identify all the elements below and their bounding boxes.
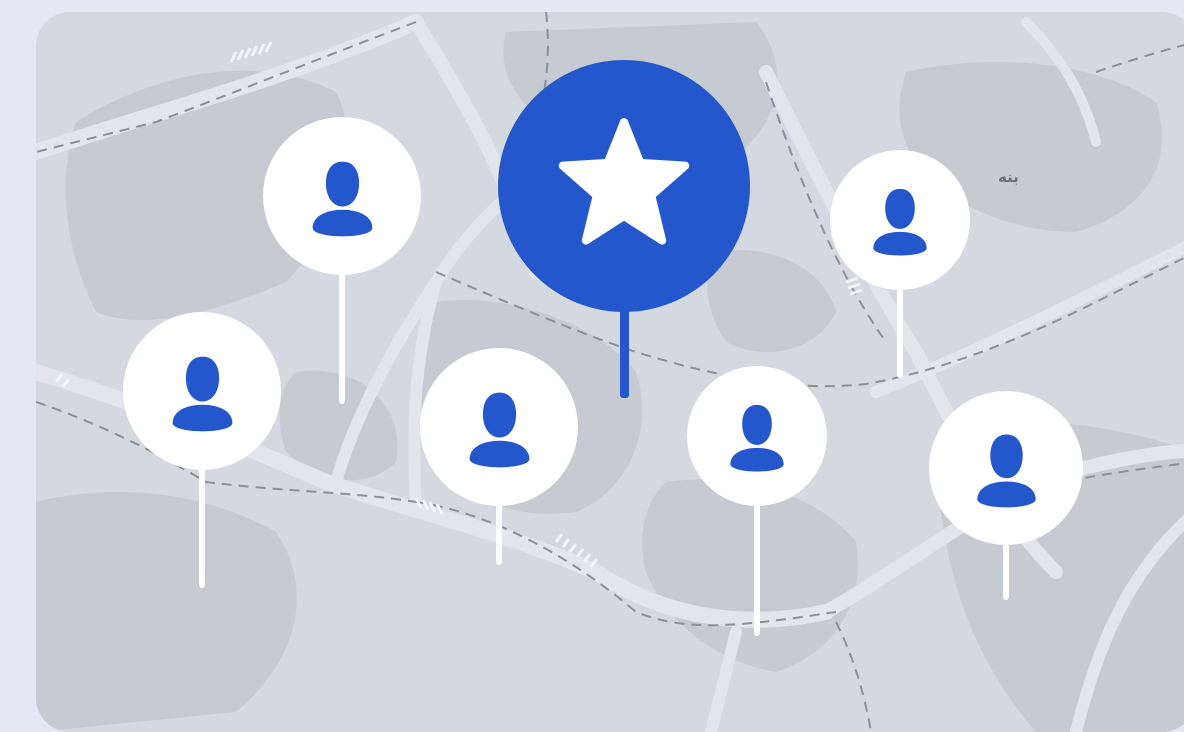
person-pin-head[interactable] — [123, 312, 281, 470]
person-pin-head[interactable] — [687, 366, 827, 506]
person-icon — [312, 161, 372, 236]
person-icon — [469, 392, 529, 467]
person-pin-head[interactable] — [830, 150, 970, 290]
person-icon — [730, 404, 784, 472]
person-icon — [873, 188, 927, 256]
person-pin-head[interactable] — [420, 348, 578, 506]
person-pin[interactable] — [687, 366, 827, 636]
person-pin[interactable] — [830, 150, 970, 378]
featured-pin-head[interactable] — [498, 60, 750, 312]
person-pin-head[interactable] — [929, 391, 1083, 545]
person-pin[interactable] — [123, 312, 281, 588]
star-icon — [558, 118, 690, 245]
person-pin[interactable] — [420, 348, 578, 565]
person-pin[interactable] — [263, 117, 421, 404]
person-pin-head[interactable] — [263, 117, 421, 275]
person-icon — [172, 356, 232, 431]
map-place-label: بنه — [998, 168, 1019, 186]
person-icon — [976, 433, 1036, 507]
person-pin[interactable] — [929, 391, 1083, 600]
